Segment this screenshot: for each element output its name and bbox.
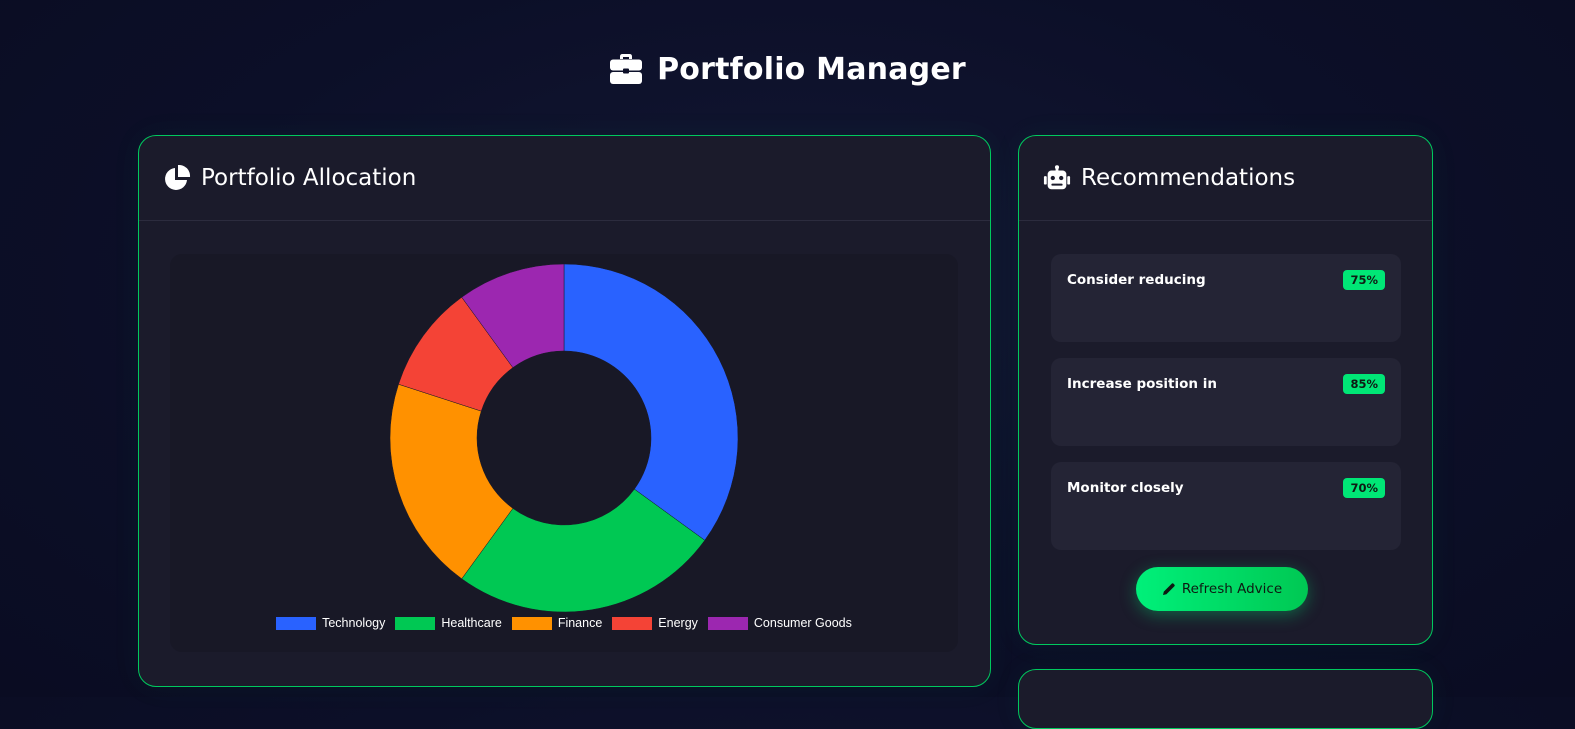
- recommendations-card: Recommendations Consider reducing 75% In…: [1018, 135, 1433, 645]
- legend-swatch: [511, 616, 552, 630]
- recommendations-title: Recommendations: [1081, 165, 1296, 191]
- page-title-text: Portfolio Manager: [657, 51, 966, 87]
- legend-label: Energy: [658, 616, 698, 630]
- allocation-title: Portfolio Allocation: [201, 165, 417, 191]
- legend-swatch: [276, 616, 317, 630]
- pencil-icon: [1162, 583, 1175, 595]
- confidence-badge: 75%: [1343, 270, 1385, 290]
- recommendation-item[interactable]: Monitor closely 70%: [1051, 462, 1401, 550]
- page-title: Portfolio Manager: [0, 47, 1575, 91]
- legend-item[interactable]: Energy: [612, 616, 698, 630]
- additional-card: [1018, 669, 1433, 729]
- recommendation-title: Consider reducing: [1067, 272, 1206, 288]
- allocation-chart: Technology Healthcare Finance Energy Consume…: [170, 254, 958, 652]
- recommendation-item[interactable]: Increase position in 85%: [1051, 358, 1401, 446]
- confidence-badge: 85%: [1343, 374, 1385, 394]
- recommendations-card-header: Recommendations: [1019, 136, 1432, 221]
- refresh-advice-label: Refresh Advice: [1181, 581, 1283, 597]
- allocation-donut-chart: [389, 263, 739, 613]
- robot-icon: [1043, 165, 1071, 190]
- legend-item[interactable]: Finance: [511, 616, 603, 630]
- briefcase-icon: [610, 54, 643, 84]
- legend-label: Finance: [557, 616, 603, 630]
- legend-swatch: [707, 616, 748, 630]
- legend-swatch: [395, 616, 436, 630]
- legend-item[interactable]: Healthcare: [395, 616, 502, 630]
- portfolio-allocation-card: Portfolio Allocation Technology Healthcar…: [138, 135, 991, 687]
- chart-legend: Technology Healthcare Finance Energy Consume…: [170, 616, 958, 630]
- recommendation-title: Monitor closely: [1067, 480, 1184, 496]
- legend-item[interactable]: Technology: [276, 616, 385, 630]
- legend-item[interactable]: Consumer Goods: [707, 616, 852, 630]
- confidence-badge: 70%: [1343, 478, 1385, 498]
- recommendation-list: Consider reducing 75% Increase position …: [1051, 254, 1401, 566]
- pie-chart-icon: [165, 164, 191, 190]
- recommendation-title: Increase position in: [1067, 376, 1217, 392]
- legend-label: Technology: [322, 616, 386, 630]
- allocation-card-header: Portfolio Allocation: [139, 136, 990, 221]
- legend-swatch: [612, 616, 653, 630]
- refresh-advice-button[interactable]: Refresh Advice: [1136, 567, 1308, 611]
- donut-slice-technology[interactable]: [563, 263, 739, 541]
- legend-label: Healthcare: [441, 616, 502, 630]
- legend-label: Consumer Goods: [753, 616, 852, 630]
- recommendation-item[interactable]: Consider reducing 75%: [1051, 254, 1401, 342]
